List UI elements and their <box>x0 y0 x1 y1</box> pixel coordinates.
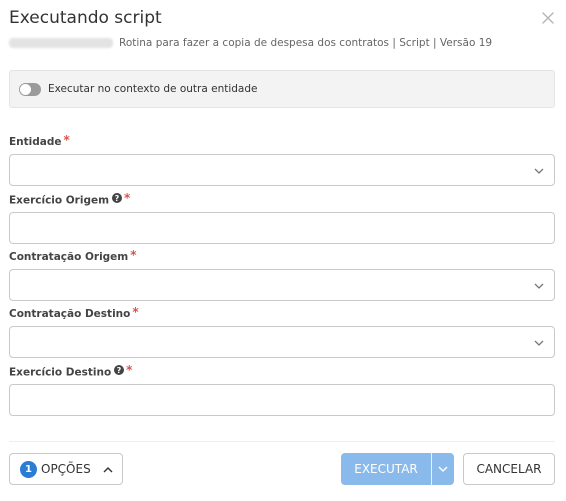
dialog-subtitle: Rotina para fazer a copia de despesa dos… <box>119 37 493 49</box>
options-label: OPÇÕES <box>41 462 91 476</box>
contratacao-destino-select[interactable] <box>9 326 555 358</box>
exercicio-destino-input[interactable] <box>9 384 555 416</box>
exercicio-origem-label-text: Exercício Origem <box>9 194 110 207</box>
options-count-badge: 1 <box>20 461 37 478</box>
required-marker: * <box>130 248 137 262</box>
context-toggle[interactable] <box>19 83 41 96</box>
context-panel: Executar no contexto de outra entidade <box>9 70 555 108</box>
exercicio-origem-input[interactable] <box>9 212 555 244</box>
contratacao-origem-label-text: Contratação Origem <box>9 251 129 263</box>
chevron-down-icon <box>534 283 544 289</box>
entidade-label-text: Entidade <box>9 136 62 148</box>
redacted-text <box>9 38 113 48</box>
exercicio-destino-label-text: Exercício Destino <box>9 366 112 379</box>
exercicio-destino-label: Exercício Destino? * <box>9 363 133 380</box>
contratacao-destino-label: Contratação Destino * <box>9 305 139 322</box>
cancel-button[interactable]: CANCELAR <box>463 453 555 485</box>
execute-label: EXECUTAR <box>354 462 418 476</box>
execute-button[interactable]: EXECUTAR <box>341 453 454 485</box>
dialog-subtitle-row: Rotina para fazer a copia de despesa dos… <box>9 37 492 49</box>
required-marker: * <box>126 363 133 377</box>
chevron-down-icon <box>534 168 544 174</box>
execute-dropdown-toggle[interactable] <box>432 453 454 485</box>
chevron-down-icon <box>438 466 448 473</box>
svg-text:?: ? <box>117 366 122 375</box>
required-marker: * <box>63 133 70 147</box>
close-icon[interactable] <box>541 10 555 24</box>
required-marker: * <box>132 305 139 319</box>
svg-text:?: ? <box>115 194 120 203</box>
contratacao-origem-label: Contratação Origem * <box>9 248 137 265</box>
context-toggle-label: Executar no contexto de outra entidade <box>48 83 258 95</box>
dialog-title: Executando script <box>9 8 162 28</box>
help-icon[interactable]: ? <box>114 365 125 378</box>
entidade-label: Entidade * <box>9 133 70 150</box>
toggle-knob <box>20 84 31 95</box>
contratacao-origem-select[interactable] <box>9 269 555 301</box>
entidade-select[interactable] <box>9 154 555 186</box>
chevron-up-icon <box>103 467 113 473</box>
exercicio-origem-label: Exercício Origem? * <box>9 191 131 208</box>
options-button[interactable]: 1 OPÇÕES <box>9 453 123 485</box>
help-icon[interactable]: ? <box>112 193 123 206</box>
chevron-down-icon <box>534 340 544 346</box>
contratacao-destino-label-text: Contratação Destino <box>9 308 131 320</box>
required-marker: * <box>124 191 131 205</box>
footer-divider <box>9 441 555 442</box>
